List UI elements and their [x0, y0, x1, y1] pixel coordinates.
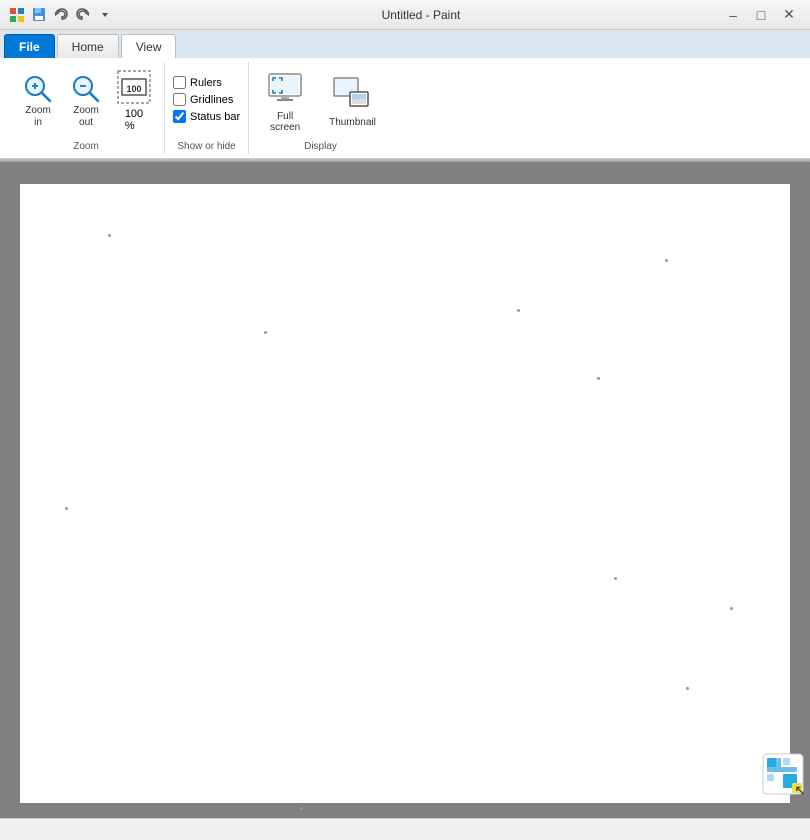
canvas-dot [517, 309, 520, 312]
thumbnail-overlay-widget[interactable]: ↖ [762, 753, 804, 795]
status-bar [0, 818, 810, 840]
zoom-in-button[interactable]: Zoomin [16, 69, 60, 133]
zoom-group-content: Zoomin Zoomout [16, 64, 156, 137]
rulers-checkbox[interactable] [173, 76, 186, 89]
ribbon-group-display: Fullscreen Thumbnail Dis [249, 62, 392, 154]
show-hide-group-label: Show or hide [177, 137, 235, 152]
thumbnail-button[interactable]: Thumbnail [321, 70, 384, 132]
zoom-out-icon [70, 73, 102, 105]
canvas-dot [300, 807, 303, 810]
zoom-100-label: 100% [125, 108, 143, 132]
rulers-label: Rulers [190, 77, 222, 89]
minimize-button[interactable]: – [720, 4, 746, 26]
cursor-indicator: ↖ [794, 782, 806, 799]
svg-text:100: 100 [126, 84, 141, 94]
qat-dropdown-button[interactable] [96, 6, 114, 24]
display-group-content: Fullscreen Thumbnail [257, 64, 384, 137]
canvas-dot [730, 607, 733, 610]
window-controls: – □ ✕ [720, 4, 802, 26]
ribbon-tab-bar: File Home View [0, 30, 810, 58]
zoom-100-icon: 100 [116, 69, 152, 108]
thumbnail-icon [332, 74, 372, 117]
canvas-dot [65, 507, 68, 510]
tab-view[interactable]: View [121, 34, 177, 58]
zoom-in-label: Zoomin [25, 105, 51, 129]
statusbar-label: Status bar [190, 111, 240, 123]
title-bar: Untitled - Paint – □ ✕ [0, 0, 810, 30]
quick-access-toolbar [8, 6, 114, 24]
canvas-dot [614, 577, 617, 580]
checkbox-list: Rulers Gridlines Status bar [173, 76, 240, 125]
tab-file[interactable]: File [4, 34, 55, 58]
thumbnail-label: Thumbnail [329, 117, 376, 128]
canvas-dot [108, 234, 111, 237]
zoom-out-label: Zoomout [73, 105, 99, 129]
canvas-dot [665, 259, 668, 262]
ribbon-group-show-hide: Rulers Gridlines Status bar Show or hide [165, 62, 249, 154]
maximize-button[interactable]: □ [748, 4, 774, 26]
canvas-dot [597, 377, 600, 380]
zoom-out-button[interactable]: Zoomout [64, 69, 108, 133]
ribbon-panel: Zoomin Zoomout [0, 58, 810, 159]
close-button[interactable]: ✕ [776, 4, 802, 26]
canvas-dot [264, 331, 267, 334]
undo-qat-button[interactable] [52, 6, 70, 24]
paint-canvas[interactable] [20, 184, 790, 803]
full-screen-label: Fullscreen [270, 111, 300, 133]
gridlines-checkbox[interactable] [173, 93, 186, 106]
statusbar-checkbox-row[interactable]: Status bar [173, 110, 240, 123]
gridlines-checkbox-row[interactable]: Gridlines [173, 93, 240, 106]
show-hide-content: Rulers Gridlines Status bar [173, 64, 240, 137]
display-group-label: Display [304, 137, 337, 152]
ribbon-group-zoom: Zoomin Zoomout [8, 62, 165, 154]
full-screen-button[interactable]: Fullscreen [257, 64, 313, 137]
canvas-dot [686, 687, 689, 690]
window-title: Untitled - Paint [122, 8, 720, 22]
gridlines-label: Gridlines [190, 94, 233, 106]
fullscreen-icon [265, 68, 305, 111]
rulers-checkbox-row[interactable]: Rulers [173, 76, 240, 89]
canvas-area[interactable]: ↖ [0, 162, 810, 825]
zoom-group-label: Zoom [73, 137, 99, 152]
save-qat-button[interactable] [30, 6, 48, 24]
redo-qat-button[interactable] [74, 6, 92, 24]
tab-home[interactable]: Home [57, 34, 119, 58]
zoom-100-button[interactable]: 100 100% [112, 65, 156, 136]
app-icon [8, 6, 26, 24]
zoom-in-icon [22, 73, 54, 105]
statusbar-checkbox[interactable] [173, 110, 186, 123]
